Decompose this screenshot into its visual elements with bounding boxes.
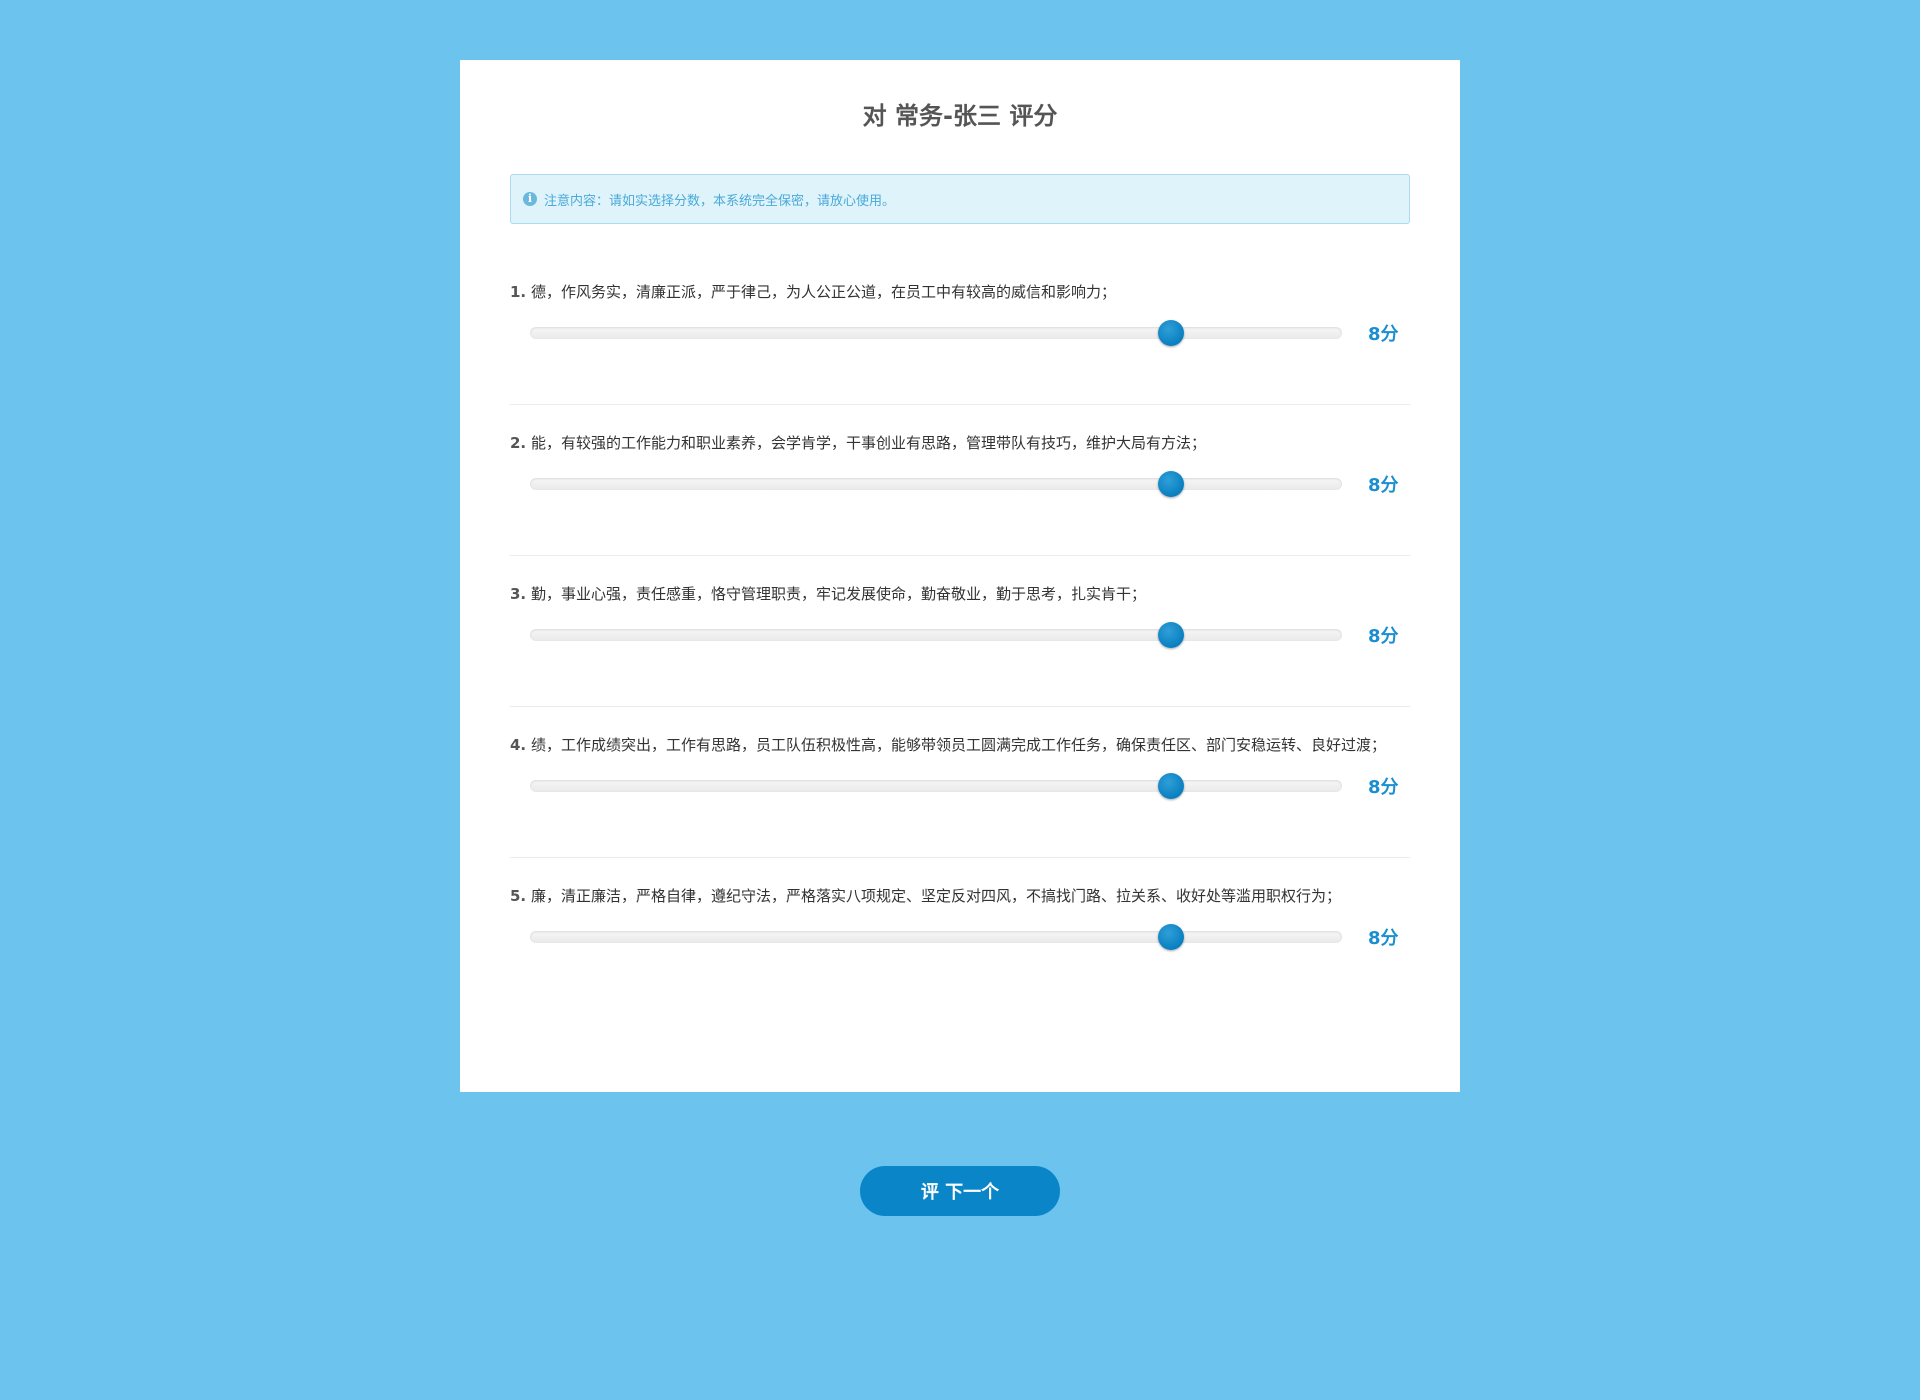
question-item: 2. 能，有较强的工作能力和职业素养，会学肯学，干事创业有思路，管理带队有技巧，…	[510, 405, 1410, 556]
score-value: 8分	[1368, 626, 1399, 647]
question-text: 3. 勤，事业心强，责任感重，恪守管理职责，牢记发展使命，勤奋敬业，勤于思考，扎…	[510, 580, 1410, 608]
question-number: 1.	[510, 283, 527, 301]
question-number: 5.	[510, 887, 527, 905]
score-slider-row: 8分	[510, 318, 1410, 348]
score-slider-thumb[interactable]	[1158, 622, 1185, 648]
score-slider-row: 8分	[510, 771, 1410, 801]
question-item: 5. 廉，清正廉洁，严格自律，遵纪守法，严格落实八项规定、坚定反对四风，不搞找门…	[510, 858, 1410, 1008]
score-slider-track[interactable]	[530, 320, 1342, 346]
score-slider-track[interactable]	[530, 773, 1342, 799]
score-slider-thumb[interactable]	[1158, 773, 1185, 799]
question-item: 4. 绩，工作成绩突出，工作有思路，员工队伍积极性高，能够带领员工圆满完成工作任…	[510, 707, 1410, 858]
score-value: 8分	[1368, 777, 1399, 798]
question-description: 廉，清正廉洁，严格自律，遵纪守法，严格落实八项规定、坚定反对四风，不搞找门路、拉…	[531, 887, 1342, 905]
score-slider-track[interactable]	[530, 471, 1342, 497]
score-slider-thumb[interactable]	[1158, 924, 1185, 950]
score-value: 8分	[1368, 324, 1399, 345]
question-item: 1. 德，作风务实，清廉正派，严于律己，为人公正公道，在员工中有较高的威信和影响…	[510, 264, 1410, 405]
score-slider-thumb[interactable]	[1158, 320, 1185, 346]
question-text: 4. 绩，工作成绩突出，工作有思路，员工队伍积极性高，能够带领员工圆满完成工作任…	[510, 731, 1410, 759]
info-icon: i	[523, 192, 537, 206]
question-list: 1. 德，作风务实，清廉正派，严于律己，为人公正公道，在员工中有较高的威信和影响…	[510, 264, 1410, 1008]
score-value: 8分	[1368, 475, 1399, 496]
score-slider-row: 8分	[510, 469, 1410, 499]
question-number: 3.	[510, 585, 527, 603]
question-number: 2.	[510, 434, 527, 452]
question-description: 勤，事业心强，责任感重，恪守管理职责，牢记发展使命，勤奋敬业，勤于思考，扎实肯干…	[531, 585, 1147, 603]
question-description: 能，有较强的工作能力和职业素养，会学肯学，干事创业有思路，管理带队有技巧，维护大…	[531, 434, 1207, 452]
question-description: 德，作风务实，清廉正派，严于律己，为人公正公道，在员工中有较高的威信和影响力；	[531, 283, 1117, 301]
next-button[interactable]: 评 下一个	[860, 1166, 1060, 1216]
score-slider-row: 8分	[510, 620, 1410, 650]
notice-text: 注意内容：请如实选择分数，本系统完全保密，请放心使用。	[544, 193, 896, 209]
notice-banner: i 注意内容：请如实选择分数，本系统完全保密，请放心使用。	[510, 174, 1410, 224]
question-text: 1. 德，作风务实，清廉正派，严于律己，为人公正公道，在员工中有较高的威信和影响…	[510, 278, 1410, 306]
score-slider-track[interactable]	[530, 622, 1342, 648]
question-number: 4.	[510, 736, 527, 754]
page-title: 对 常务-张三 评分	[862, 102, 1058, 130]
question-text: 5. 廉，清正廉洁，严格自律，遵纪守法，严格落实八项规定、坚定反对四风，不搞找门…	[510, 882, 1410, 910]
score-slider-thumb[interactable]	[1158, 471, 1185, 497]
rating-card: 对 常务-张三 评分 i 注意内容：请如实选择分数，本系统完全保密，请放心使用。…	[460, 60, 1460, 1092]
question-description: 绩，工作成绩突出，工作有思路，员工队伍积极性高，能够带领员工圆满完成工作任务，确…	[531, 736, 1387, 754]
score-value: 8分	[1368, 928, 1399, 949]
score-slider-track[interactable]	[530, 924, 1342, 950]
question-text: 2. 能，有较强的工作能力和职业素养，会学肯学，干事创业有思路，管理带队有技巧，…	[510, 429, 1410, 457]
score-slider-row: 8分	[510, 922, 1410, 952]
question-item: 3. 勤，事业心强，责任感重，恪守管理职责，牢记发展使命，勤奋敬业，勤于思考，扎…	[510, 556, 1410, 707]
